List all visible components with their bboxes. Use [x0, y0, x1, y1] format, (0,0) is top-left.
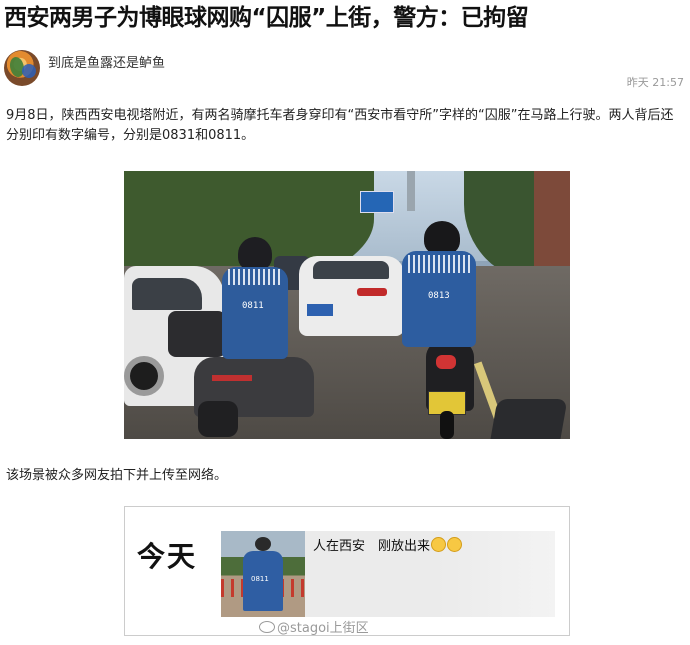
- weibo-logo-icon: [259, 621, 275, 633]
- car-rear-window: [313, 261, 389, 279]
- car-wheel: [124, 356, 164, 396]
- article-paragraph-2: 该场景被众多网友拍下并上传至网络。: [6, 468, 228, 483]
- photo-road-sign: [360, 191, 394, 213]
- photo-building: [534, 171, 570, 271]
- social-post-screenshot: 今天 0811 人在西安 刚放出来 @stagoi上街区: [124, 506, 570, 636]
- photo-rider-left: 0811: [216, 237, 304, 367]
- photo-rider-right: 0813: [394, 221, 484, 361]
- article-paragraph-1: 9月8日，陕西西安电视塔附近，有两名骑摩托车者身穿印有“西安市看守所”字样的“囚…: [6, 108, 674, 143]
- photo-mirror-foreground: [490, 399, 568, 439]
- news-photo-motorcyclists: 0811 0813: [124, 171, 570, 439]
- laugh-cry-emoji-icon: [447, 537, 463, 552]
- avatar-blue-shape: [22, 64, 36, 78]
- motorcycle-wheel: [440, 411, 454, 439]
- author-avatar[interactable]: [4, 50, 40, 86]
- laugh-cry-emoji-icon: [431, 537, 447, 552]
- car-window: [132, 278, 202, 310]
- author-name[interactable]: 到底是鱼露还是鲈鱼: [48, 52, 165, 71]
- post-thumbnail: 0811: [221, 531, 305, 617]
- post-caption-text: 人在西安 刚放出来: [313, 539, 431, 554]
- thumb-number: 0811: [251, 575, 269, 583]
- watermark-text: @stagoi上街区: [277, 621, 369, 636]
- weibo-watermark: @stagoi上街区: [259, 617, 369, 636]
- car-tail-light: [357, 288, 387, 296]
- photo-tv-tower: [407, 171, 415, 211]
- today-label: 今天: [137, 540, 198, 573]
- motorcycle-mirror: [198, 401, 238, 437]
- photo-white-car-center: [299, 256, 404, 336]
- author-row: 到底是鱼露还是鲈鱼 昨天 21:57: [4, 48, 688, 92]
- thumb-person-head: [255, 537, 271, 551]
- article-headline: 西安两男子为博眼球网购“囚服”上街，警方：已拘留: [4, 5, 529, 31]
- rider-left-number: 0811: [242, 301, 264, 311]
- rider-helmet: [238, 237, 272, 271]
- post-caption: 人在西安 刚放出来: [313, 535, 463, 554]
- motorcycle-tail-light: [212, 375, 252, 381]
- post-timestamp: 昨天 21:57: [626, 76, 684, 89]
- rider-helmet: [424, 221, 460, 255]
- rider-right-number: 0813: [428, 291, 450, 301]
- uniform-stripes: [228, 269, 280, 285]
- uniform-stripes: [408, 255, 470, 273]
